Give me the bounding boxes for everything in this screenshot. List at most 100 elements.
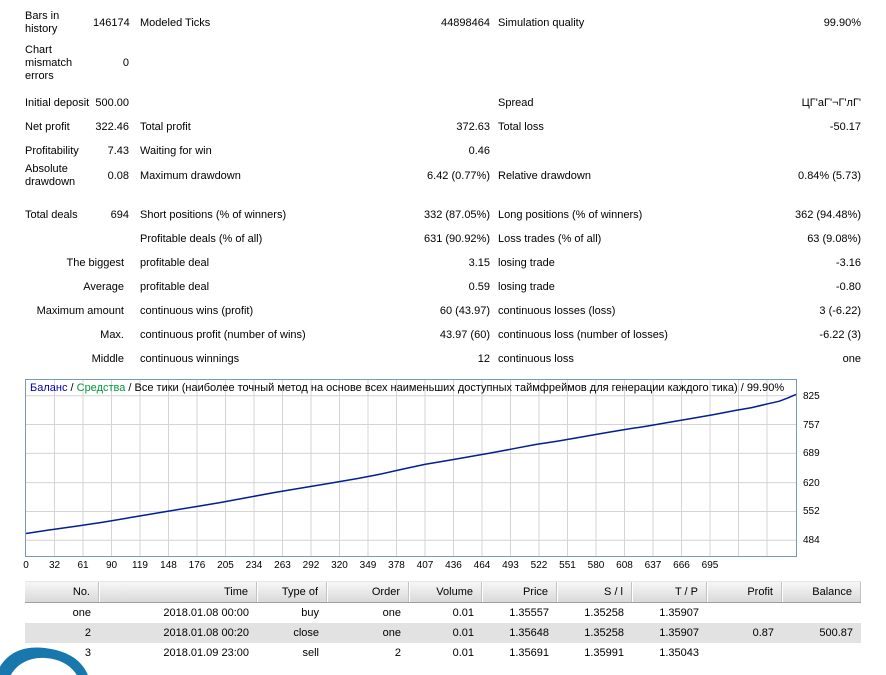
stat-value: 63 (9.08%) <box>730 233 861 246</box>
stats-row: Chart mismatch errors 0 <box>25 44 861 83</box>
cell: 2018.01.08 00:20 <box>99 623 257 643</box>
x-tick-label: 666 <box>673 560 690 571</box>
column-header[interactable]: Volume <box>409 582 482 602</box>
stat-value: 6.42 (0.77%) <box>372 170 490 183</box>
y-tick-label: 552 <box>803 506 820 517</box>
trades-table: No. Time Type of Order Volume Price S / … <box>25 581 861 663</box>
column-header[interactable]: Price <box>482 582 557 602</box>
stat-label: Short positions (% of winners) <box>132 209 372 222</box>
stats-row: Net profit 322.46 Total profit 372.63 To… <box>25 115 861 139</box>
decorative-swoosh <box>0 645 92 675</box>
column-header[interactable]: Balance <box>782 582 861 602</box>
x-tick-label: 695 <box>702 560 719 571</box>
column-header[interactable]: T / P <box>632 582 707 602</box>
legend-separator: / <box>125 382 134 394</box>
legend-equity: Средства <box>77 382 126 394</box>
stat-label: Bars in history <box>25 10 93 36</box>
cell: sell <box>257 643 327 663</box>
report-stats: Bars in history 146174 Modeled Ticks 448… <box>0 0 886 371</box>
cell <box>782 643 861 663</box>
stat-label: The biggest <box>25 257 132 270</box>
table-row[interactable]: 2 2018.01.08 00:20 close one 0.01 1.3564… <box>25 623 861 643</box>
x-tick-label: 608 <box>616 560 633 571</box>
stat-label: Total loss <box>490 121 730 134</box>
x-tick-label: 493 <box>502 560 519 571</box>
stat-label: Initial deposit <box>25 97 93 110</box>
stat-label: continuous wins (profit) <box>132 305 372 318</box>
stat-label: Long positions (% of winners) <box>490 209 730 222</box>
x-tick-label: 119 <box>132 560 148 571</box>
x-tick-label: 234 <box>246 560 263 571</box>
cell: 1.35648 <box>482 623 557 643</box>
cell: 1.35907 <box>632 623 707 643</box>
stat-label: Maximum drawdown <box>132 170 372 183</box>
stat-label: Loss trades (% of all) <box>490 233 730 246</box>
x-tick-label: 464 <box>474 560 491 571</box>
cell: close <box>257 623 327 643</box>
stat-value: 0.84% (5.73) <box>730 170 861 183</box>
stats-row: Initial deposit 500.00 Spread ЦГ'аГ'¬Г'л… <box>25 91 861 115</box>
stat-label: Middle <box>25 353 132 366</box>
stats-row: Total deals 694 Short positions (% of wi… <box>25 203 861 227</box>
y-tick-label: 620 <box>803 478 820 489</box>
x-tick-label: 148 <box>160 560 177 571</box>
stat-value: 372.63 <box>372 121 490 134</box>
cell: 2018.01.08 00:00 <box>99 603 257 623</box>
table-row[interactable]: 3 2018.01.09 23:00 sell 2 0.01 1.35691 1… <box>25 643 861 663</box>
x-tick-label: 637 <box>645 560 662 571</box>
balance-chart: Баланс / Средства / Все тики (наиболее т… <box>25 379 886 573</box>
stat-label: Total profit <box>132 121 372 134</box>
stat-value: 3 (-6.22) <box>730 305 861 318</box>
cell: 1.35258 <box>557 603 632 623</box>
x-axis-labels: 0326190119148176205234263292320349378407… <box>25 558 797 572</box>
x-tick-label: 32 <box>49 560 60 571</box>
stat-label: Spread <box>490 97 730 110</box>
stats-row: Bars in history 146174 Modeled Ticks 448… <box>25 10 861 36</box>
x-tick-label: 205 <box>217 560 234 571</box>
legend-quality: 99.90% <box>747 382 784 394</box>
table-row[interactable]: one 2018.01.08 00:00 buy one 0.01 1.3555… <box>25 603 861 623</box>
x-tick-label: 0 <box>23 560 29 571</box>
stat-label: continuous profit (number of wins) <box>132 329 372 342</box>
cell: 0.01 <box>409 623 482 643</box>
x-tick-label: 551 <box>559 560 576 571</box>
stat-value: ЦГ'аГ'¬Г'лГ' <box>730 97 861 110</box>
y-tick-label: 757 <box>803 420 820 431</box>
cell: 1.35258 <box>557 623 632 643</box>
balance-plot <box>26 380 796 556</box>
chart-legend: Баланс / Средства / Все тики (наиболее т… <box>30 382 784 394</box>
stat-value: 3.15 <box>372 257 490 270</box>
stat-label: Waiting for win <box>132 145 372 158</box>
stat-value: 362 (94.48%) <box>730 209 861 222</box>
stat-value: 7.43 <box>93 145 132 158</box>
stat-value: 60 (43.97) <box>372 305 490 318</box>
column-header[interactable]: Type of <box>257 582 327 602</box>
stats-row: Middle continuous winnings 12 continuous… <box>25 347 861 371</box>
stat-value: -0.80 <box>730 281 861 294</box>
stat-value: 43.97 (60) <box>372 329 490 342</box>
x-tick-label: 580 <box>588 560 605 571</box>
stat-label: Average <box>25 281 132 294</box>
x-tick-label: 90 <box>106 560 117 571</box>
column-header[interactable]: Order <box>327 582 409 602</box>
cell: 1.35907 <box>632 603 707 623</box>
y-tick-label: 689 <box>803 448 820 459</box>
stat-label: continuous loss (number of losses) <box>490 329 730 342</box>
x-tick-label: 522 <box>531 560 548 571</box>
column-header[interactable]: Time <box>99 582 257 602</box>
stat-value: 0.59 <box>372 281 490 294</box>
stat-label: profitable deal <box>132 257 372 270</box>
stats-row: Max. continuous profit (number of wins) … <box>25 323 861 347</box>
x-tick-label: 349 <box>360 560 377 571</box>
legend-separator: / <box>67 382 76 394</box>
stat-label: Maximum amount <box>25 305 132 318</box>
stat-label: continuous winnings <box>132 353 372 366</box>
stat-label: Max. <box>25 329 132 342</box>
cell: one <box>25 603 99 623</box>
column-header[interactable]: Profit <box>707 582 782 602</box>
x-tick-label: 407 <box>417 560 434 571</box>
cell: 2 <box>25 623 99 643</box>
column-header[interactable]: No. <box>25 582 99 602</box>
cell: 0.01 <box>409 643 482 663</box>
column-header[interactable]: S / l <box>557 582 632 602</box>
